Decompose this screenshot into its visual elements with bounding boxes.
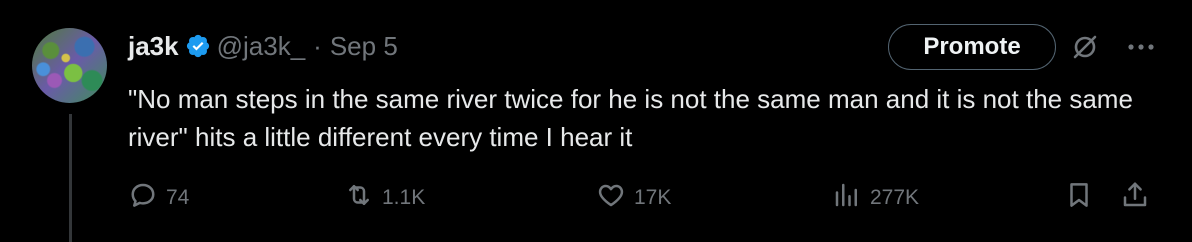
avatar[interactable] — [32, 28, 107, 103]
grok-icon[interactable] — [1070, 32, 1100, 62]
tweet-actions: 74 1.1K 17K 277K — [128, 180, 1168, 222]
share-button[interactable] — [1120, 180, 1150, 216]
bookmark-icon — [1064, 180, 1094, 216]
author-handle[interactable]: @ja3k_ — [217, 31, 306, 62]
verified-badge-icon[interactable] — [185, 33, 211, 59]
like-button[interactable]: 17K — [596, 180, 671, 216]
like-count: 17K — [634, 186, 672, 209]
share-icon — [1120, 180, 1150, 216]
author-name[interactable]: ja3k — [128, 31, 179, 62]
separator-dot: · — [313, 30, 322, 61]
thread-connector-line — [69, 114, 72, 242]
views-chart-icon — [832, 180, 862, 216]
view-count: 277K — [870, 186, 920, 209]
reply-count: 74 — [166, 186, 190, 209]
reply-icon — [128, 180, 158, 216]
tweet-text: "No man steps in the same river twice fo… — [128, 84, 1133, 152]
reply-button[interactable]: 74 — [128, 180, 189, 216]
retweet-button[interactable]: 1.1K — [344, 180, 425, 216]
more-icon[interactable] — [1124, 32, 1158, 62]
retweet-count: 1.1K — [382, 186, 426, 209]
bookmark-button[interactable] — [1064, 180, 1094, 216]
tweet-header: ja3k @ja3k_ · Sep 5 — [128, 28, 398, 64]
tweet-date[interactable]: Sep 5 — [330, 31, 398, 62]
retweet-icon — [344, 180, 374, 216]
views-button[interactable]: 277K — [832, 180, 919, 216]
promote-button[interactable]: Promote — [888, 24, 1056, 70]
heart-icon — [596, 180, 626, 216]
